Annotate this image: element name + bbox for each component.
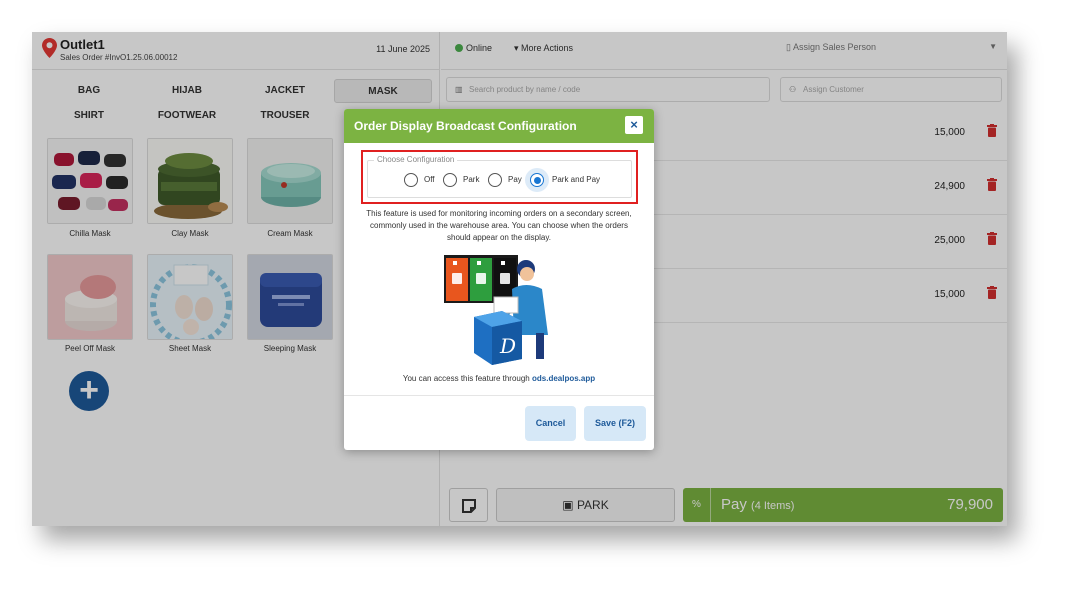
configuration-highlight: Choose Configuration Off Park Pay Park a… [361, 150, 638, 204]
feature-description: This feature is used for monitoring inco… [366, 209, 632, 242]
svg-text:D: D [499, 334, 516, 358]
dialog-divider [344, 395, 654, 396]
radio-circle-icon[interactable] [404, 173, 418, 187]
radio-circle-icon[interactable] [443, 173, 457, 187]
fieldset-legend: Choose Configuration [374, 155, 458, 164]
broadcast-config-dialog: Order Display Broadcast Configuration × … [344, 109, 654, 450]
access-note: You can access this feature through ods.… [402, 374, 596, 383]
warehouse-monitor-illustration-icon: D [444, 255, 548, 365]
ods-link[interactable]: ods.dealpos.app [532, 374, 595, 383]
cancel-button[interactable]: Cancel [525, 406, 576, 441]
dialog-header: Order Display Broadcast Configuration × [344, 109, 654, 143]
radio-circle-icon[interactable] [488, 173, 502, 187]
radio-selected-icon[interactable] [530, 173, 544, 187]
configuration-fieldset: Choose Configuration Off Park Pay Park a… [367, 155, 632, 198]
close-icon[interactable]: × [625, 116, 643, 134]
save-button[interactable]: Save (F2) [584, 406, 646, 441]
dialog-title: Order Display Broadcast Configuration [354, 119, 577, 133]
